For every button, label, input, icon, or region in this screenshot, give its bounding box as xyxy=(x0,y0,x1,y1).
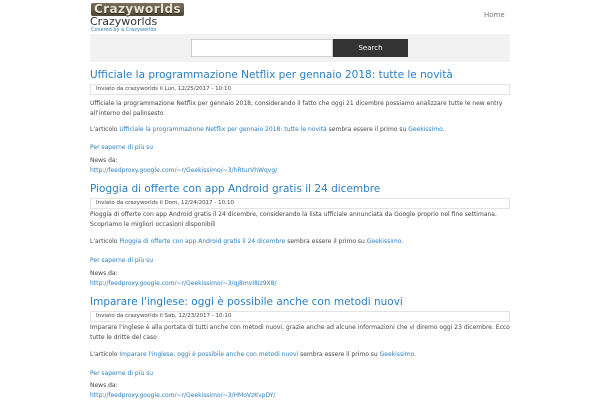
post-source-line: L'articolo Imparare l'inglese: oggi è po… xyxy=(90,351,417,358)
post-title-link[interactable]: Imparare l'inglese: oggi è possibile anc… xyxy=(90,296,403,308)
news-label: News da: xyxy=(90,270,118,277)
news-url-link[interactable]: http://feedproxy.google.com/~r/Geekissim… xyxy=(90,280,277,287)
source-middle: sembra essere il primo su xyxy=(287,238,365,245)
source-prefix: L'articolo xyxy=(90,238,118,245)
source-site-link[interactable]: Geekissimo xyxy=(408,126,443,133)
source-article-link[interactable]: Pioggia di offerte con app Android grati… xyxy=(119,238,285,245)
post-excerpt: Imparare l'inglese è alla portata di tut… xyxy=(90,324,510,341)
news-url-link[interactable]: http://feedproxy.google.com/~r/Geekissim… xyxy=(90,167,277,174)
search-button[interactable]: Search xyxy=(333,39,408,57)
post-excerpt: Ufficiale la programmazione Netflix per … xyxy=(90,100,503,117)
post-title-link[interactable]: Pioggia di offerte con app Android grati… xyxy=(90,183,380,195)
source-site-link[interactable]: Geekissimo xyxy=(380,351,415,358)
news-label: News da: xyxy=(90,382,118,389)
source-article-link[interactable]: Imparare l'inglese: oggi è possibile anc… xyxy=(119,351,298,358)
source-prefix: L'articolo xyxy=(90,126,118,133)
site-subtitle: Covered by a Crazyworlds xyxy=(91,27,157,33)
post-title-link[interactable]: Ufficiale la programmazione Netflix per … xyxy=(90,69,453,81)
news-label: News da: xyxy=(90,157,118,164)
site-header: Crazyworlds Crazyworlds Covered by a Cra… xyxy=(0,0,600,34)
source-middle: sembra essere il primo su xyxy=(328,126,407,133)
source-middle: sembra essere il primo su xyxy=(300,351,378,358)
read-more-link[interactable]: Per saperne di più su xyxy=(90,144,153,151)
nav-home-link[interactable]: Home xyxy=(484,11,505,19)
source-prefix: L'articolo xyxy=(90,351,118,358)
search-bar: Search xyxy=(90,34,510,62)
post-meta: Inviato da crazyworlds il Lun, 12/25/201… xyxy=(90,84,510,95)
read-more-link[interactable]: Per saperne di più su xyxy=(90,370,153,377)
source-article-link[interactable]: Ufficiale la programmazione Netflix per … xyxy=(119,126,326,133)
post-source-line: L'articolo Ufficiale la programmazione N… xyxy=(90,126,445,133)
news-url-link[interactable]: http://feedproxy.google.com/~r/Geekissim… xyxy=(90,392,275,399)
post-meta: Inviato da crazyworlds il Dom, 12/24/201… xyxy=(90,198,510,209)
search-input[interactable] xyxy=(191,39,333,57)
source-site-link[interactable]: Geekissimo xyxy=(367,238,402,245)
read-more-link[interactable]: Per saperne di più su xyxy=(90,257,153,264)
post-source-line: L'articolo Pioggia di offerte con app An… xyxy=(90,238,404,245)
post-meta: Inviato da crazyworlds il Sab, 12/23/201… xyxy=(90,311,510,322)
post-excerpt: Pioggia di offerte con app Android grati… xyxy=(90,211,497,228)
